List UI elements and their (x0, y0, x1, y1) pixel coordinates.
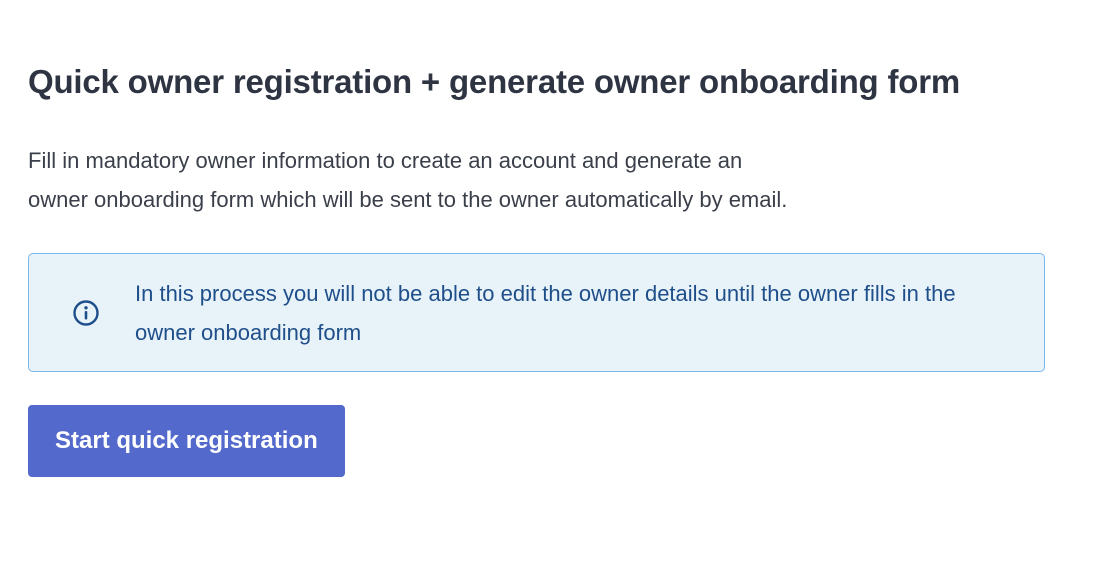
page-title: Quick owner registration + generate owne… (28, 63, 961, 100)
info-circle-icon (72, 299, 100, 327)
registration-panel: Quick owner registration + generate owne… (28, 58, 1048, 477)
info-alert-text: In this process you will not be able to … (135, 280, 956, 345)
info-alert: In this process you will not be able to … (28, 253, 1045, 372)
page-description: Fill in mandatory owner information to c… (28, 148, 788, 212)
start-quick-registration-button[interactable]: Start quick registration (28, 405, 345, 477)
